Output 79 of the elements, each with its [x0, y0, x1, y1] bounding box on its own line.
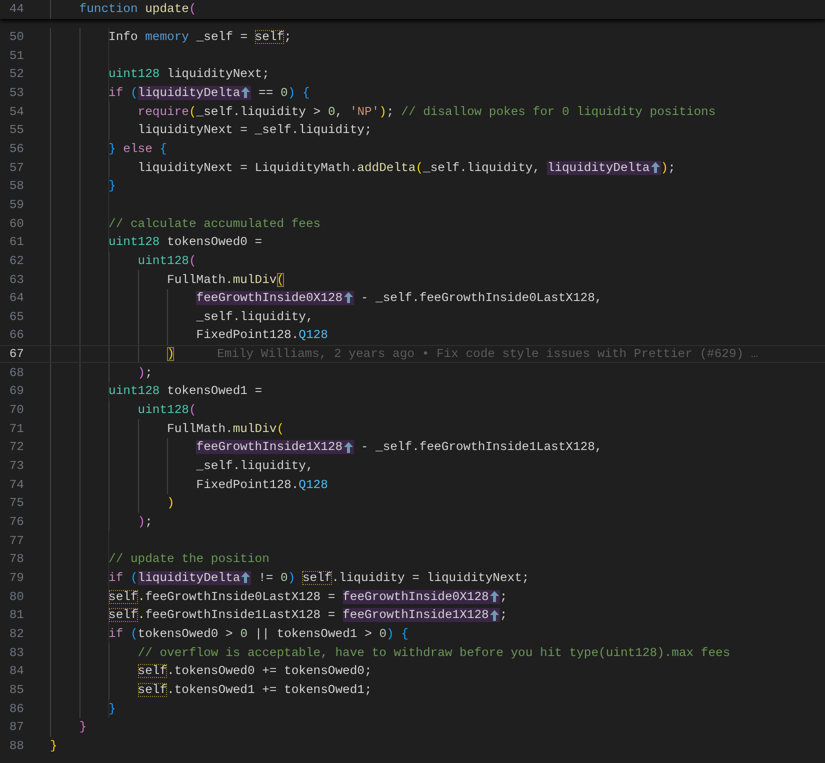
code-line: liquidityNext = LiquidityMath.addDelta(_self.liquidity, liquidityDelta ); [138, 160, 676, 177]
line-number: 79 [8, 571, 24, 586]
line-number: 78 [8, 552, 24, 566]
line-number: 58 [8, 179, 24, 194]
line-number: 71 [8, 422, 24, 436]
code-line: Info memory _self = self; [108, 28, 292, 46]
line-number: 54 [8, 104, 24, 119]
line-number: 77 [8, 534, 24, 548]
code-line: FixedPoint128.Q128 [196, 327, 328, 344]
line-number: 75 [8, 496, 24, 510]
line-number: 82 [8, 626, 24, 641]
line-number: 67 [8, 347, 24, 362]
line-number: 84 [8, 664, 24, 678]
code-line: // update the position [108, 551, 270, 568]
code-line: ); [138, 364, 152, 382]
code-line: if (liquidityDelta == 0) { [108, 84, 310, 102]
line-number: 65 [8, 310, 24, 324]
line-number: 64 [8, 291, 24, 306]
code-line: self.tokensOwed1 += tokensOwed1; [138, 682, 372, 699]
code-line: _self.liquidity, [196, 458, 314, 476]
code-line: uint128 tokensOwed1 = [108, 383, 262, 400]
code-line: ) [167, 346, 174, 364]
line-number: 56 [8, 142, 24, 156]
code-line: _self.liquidity, [196, 308, 314, 326]
line-number: 53 [8, 86, 24, 100]
code-line: ); [138, 514, 152, 532]
code-line: } [108, 700, 116, 718]
code-line: uint128( [138, 252, 196, 270]
line-number: 70 [8, 403, 24, 418]
line-number: 88 [8, 738, 24, 753]
line-number: 81 [8, 608, 24, 622]
code-line: uint128 tokensOwed0 = [108, 234, 262, 252]
code-line: if (liquidityDelta != 0) self.liquidity = liquidityNext; [108, 570, 530, 588]
code-line: function update( [79, 1, 196, 18]
line-number: 73 [8, 459, 24, 474]
line-number: 52 [8, 67, 24, 82]
code-line: if (tokensOwed0 > 0 || tokensOwed1 > 0) { [108, 626, 409, 643]
code-line: } else { [108, 140, 168, 158]
code-line: self.feeGrowthInside1LastX128 = feeGrowthInside1X128 ; [108, 607, 508, 624]
code-line: uint128 liquidityNext; [108, 66, 270, 84]
line-number: 69 [8, 384, 24, 398]
line-number: 57 [8, 160, 24, 175]
line-number: 63 [8, 272, 24, 287]
line-number: 60 [8, 216, 24, 231]
line-number: 86 [8, 702, 24, 716]
sticky-scroll-header[interactable]: 44 function update( [0, 0, 825, 19]
line-number: 76 [8, 515, 24, 530]
code-line: // calculate accumulated fees [108, 216, 321, 233]
code-line: self.feeGrowthInside0LastX128 = feeGrowthInside0X128 ; [108, 588, 508, 606]
code-line: self.tokensOwed0 += tokensOwed0; [138, 663, 372, 680]
code-line: FullMath.mulDiv( [167, 272, 284, 289]
line-number: 72 [8, 440, 24, 454]
line-number: 44 [8, 2, 24, 16]
line-number: 68 [8, 366, 24, 380]
code-line: } [79, 719, 87, 736]
code-line: liquidityNext = _self.liquidity; [138, 122, 372, 140]
line-number: 87 [8, 720, 24, 734]
line-number: 62 [8, 254, 24, 268]
blame-annotation: Emily Williams, 2 years ago • Fix code style issues with Prettier (#629) … [217, 347, 758, 362]
line-number: 83 [8, 646, 24, 660]
line-number: 66 [8, 328, 24, 342]
code-line: } [50, 738, 58, 755]
code-line: FullMath.mulDiv( [167, 420, 284, 438]
code-line: } [108, 178, 116, 196]
line-number: 80 [8, 590, 24, 604]
line-number: 61 [8, 235, 24, 250]
code-line: require(_self.liquidity > 0, 'NP'); // disallow pokes for 0 liquidity positions [138, 104, 716, 121]
line-number: 59 [8, 198, 24, 212]
code-line: uint128( [138, 402, 196, 420]
code-line: ) [167, 495, 174, 512]
line-number: 85 [8, 682, 24, 697]
code-line: FixedPoint128.Q128 [196, 476, 328, 494]
code-line: feeGrowthInside0X128 - _self.feeGrowthInside0LastX128, [196, 290, 602, 308]
code-line: // overflow is acceptable, have to withdraw before you hit type(uint128).max fees [138, 644, 730, 662]
line-number: 51 [8, 48, 24, 63]
line-number: 50 [8, 30, 24, 44]
line-number: 74 [8, 478, 24, 492]
code-line: feeGrowthInside1X128 - _self.feeGrowthInside1LastX128, [196, 439, 602, 456]
line-number: 55 [8, 123, 24, 138]
